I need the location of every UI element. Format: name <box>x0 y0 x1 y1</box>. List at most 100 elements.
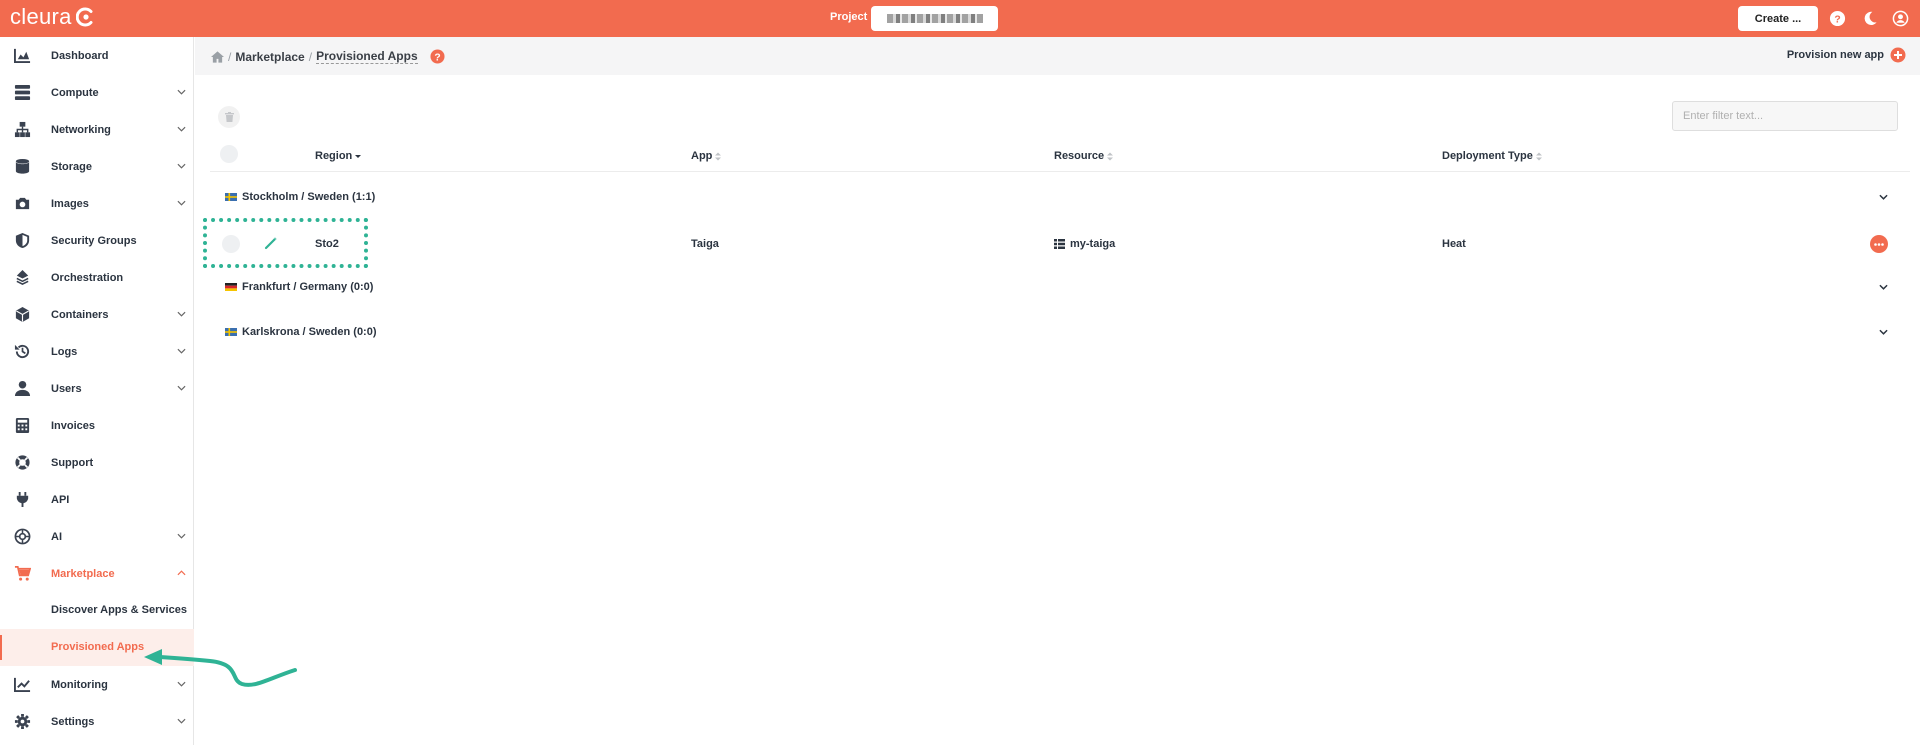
chevron-down-icon <box>177 348 186 354</box>
sidebar-item-label: Compute <box>51 86 99 99</box>
column-header-label: Region <box>315 150 353 162</box>
sidebar-item-compute[interactable]: Compute <box>0 74 194 111</box>
germany-flag-icon <box>225 283 237 291</box>
gear-icon <box>14 713 31 730</box>
region-group-karlskrona[interactable]: Karlskrona / Sweden (0:0) <box>210 318 1910 348</box>
sidebar-item-label: Orchestration <box>51 271 124 284</box>
home-icon[interactable] <box>211 50 224 63</box>
sidebar-item-ai[interactable]: AI <box>0 518 194 555</box>
sidebar-item-label: Marketplace <box>51 567 115 580</box>
database-icon <box>15 158 30 174</box>
filter-input[interactable] <box>1672 101 1898 131</box>
plug-icon <box>16 491 29 508</box>
resource-name: my-taiga <box>1070 238 1116 250</box>
svg-text:?: ? <box>434 52 440 63</box>
cell-app: Taiga <box>691 238 719 250</box>
project-select[interactable] <box>871 6 998 31</box>
table-row[interactable]: Sto2 Taiga my-taiga Heat <box>210 228 1910 260</box>
chevron-down-icon[interactable] <box>1879 284 1888 290</box>
sidebar-item-orchestration[interactable]: Orchestration <box>0 259 194 296</box>
orchestration-icon <box>16 269 29 285</box>
breadcrumb-marketplace[interactable]: Marketplace <box>235 50 304 64</box>
provision-new-app-button[interactable]: Provision new app <box>1787 47 1906 63</box>
help-icon[interactable]: ? <box>430 49 445 64</box>
breadcrumb-separator: / <box>228 49 232 64</box>
sidebar-item-storage[interactable]: Storage <box>0 148 194 185</box>
sweden-flag-icon <box>225 193 237 201</box>
more-horizontal-icon <box>1874 242 1884 246</box>
region-group-label: Frankfurt / Germany (0:0) <box>242 281 374 293</box>
chevron-down-icon <box>177 89 186 95</box>
sidebar-item-marketplace[interactable]: Marketplace <box>0 555 194 592</box>
chevron-down-icon <box>177 200 186 206</box>
region-group-label: Stockholm / Sweden (1:1) <box>242 191 376 203</box>
breadcrumb: / Marketplace / Provisioned Apps ? <box>211 49 445 64</box>
sidebar-item-support[interactable]: Support <box>0 444 194 481</box>
sidebar-item-label: Networking <box>51 123 111 136</box>
calculator-icon <box>15 417 30 434</box>
delete-button[interactable] <box>218 106 240 128</box>
moon-icon[interactable] <box>1861 10 1878 27</box>
logo[interactable]: cleura <box>10 6 96 28</box>
sidebar-item-images[interactable]: Images <box>0 185 194 222</box>
user-icon[interactable] <box>1892 10 1909 27</box>
create-button[interactable]: Create ... <box>1738 6 1818 31</box>
row-actions-button[interactable] <box>1870 235 1888 253</box>
sidebar-item-api[interactable]: API <box>0 481 194 518</box>
lifebuoy-icon <box>15 455 30 470</box>
cart-icon <box>14 566 31 581</box>
column-header-region[interactable]: Region <box>315 150 362 162</box>
sidebar-item-containers[interactable]: Containers <box>0 296 194 333</box>
sidebar-item-label: Containers <box>51 308 109 321</box>
project-name-redacted <box>886 14 983 23</box>
sweden-flag-icon <box>225 328 237 336</box>
help-icon[interactable]: ? <box>1829 10 1846 27</box>
column-header-resource[interactable]: Resource <box>1054 150 1114 162</box>
sidebar-item-label: Images <box>51 197 89 210</box>
sidebar-item-label: Dashboard <box>51 49 109 62</box>
sidebar-subitem-discover-apps[interactable]: Discover Apps & Services <box>0 592 194 629</box>
chart-icon <box>14 48 31 64</box>
provision-new-app-label: Provision new app <box>1786 49 1884 61</box>
sidebar-item-networking[interactable]: Networking <box>0 111 194 148</box>
column-header-app[interactable]: App <box>691 150 722 162</box>
sidebar-item-invoices[interactable]: Invoices <box>0 407 194 444</box>
sidebar-item-security-groups[interactable]: Security Groups <box>0 222 194 259</box>
sidebar-subitem-label: Provisioned Apps <box>51 641 145 653</box>
column-header-label: App <box>691 150 713 162</box>
sort-icon <box>715 152 722 160</box>
logo-text: cleura <box>10 4 72 29</box>
chevron-down-icon <box>177 311 186 317</box>
chevron-down-icon <box>177 718 186 724</box>
sidebar: Dashboard Compute Networking Storage Ima… <box>0 37 194 745</box>
column-header-deployment-type[interactable]: Deployment Type <box>1442 150 1542 162</box>
cell-deployment-type: Heat <box>1442 238 1466 250</box>
region-group-stockholm[interactable]: Stockholm / Sweden (1:1) <box>210 183 1910 213</box>
sidebar-item-dashboard[interactable]: Dashboard <box>0 37 194 74</box>
sidebar-item-settings[interactable]: Settings <box>0 703 194 740</box>
annotation-highlight-box <box>203 218 368 268</box>
table-header: Region App Resource Deployment Type <box>210 140 1910 172</box>
cell-resource[interactable]: my-taiga <box>1054 238 1115 250</box>
breadcrumb-separator: / <box>308 49 313 64</box>
annotation-arrow-icon <box>144 649 297 687</box>
shield-icon <box>15 232 30 249</box>
ai-icon <box>14 528 31 545</box>
chevron-down-icon[interactable] <box>1879 194 1888 200</box>
sidebar-item-label: Support <box>51 456 94 469</box>
sidebar-item-label: Security Groups <box>51 234 137 247</box>
sidebar-item-users[interactable]: Users <box>0 370 194 407</box>
plus-circle-icon <box>1890 47 1906 63</box>
top-bar: cleura Project Create ... ? <box>0 0 1920 37</box>
chevron-down-icon <box>177 126 186 132</box>
chevron-down-icon <box>177 533 186 539</box>
sort-icon <box>1107 152 1114 160</box>
breadcrumb-bar: / Marketplace / Provisioned Apps ? Provi… <box>195 37 1920 75</box>
sidebar-item-logs[interactable]: Logs <box>0 333 194 370</box>
trash-icon <box>224 112 234 122</box>
select-all-checkbox[interactable] <box>220 145 238 163</box>
chevron-down-icon[interactable] <box>1879 329 1888 335</box>
server-icon <box>14 84 31 101</box>
sidebar-item-label: Users <box>51 382 82 395</box>
region-group-frankfurt[interactable]: Frankfurt / Germany (0:0) <box>210 273 1910 303</box>
